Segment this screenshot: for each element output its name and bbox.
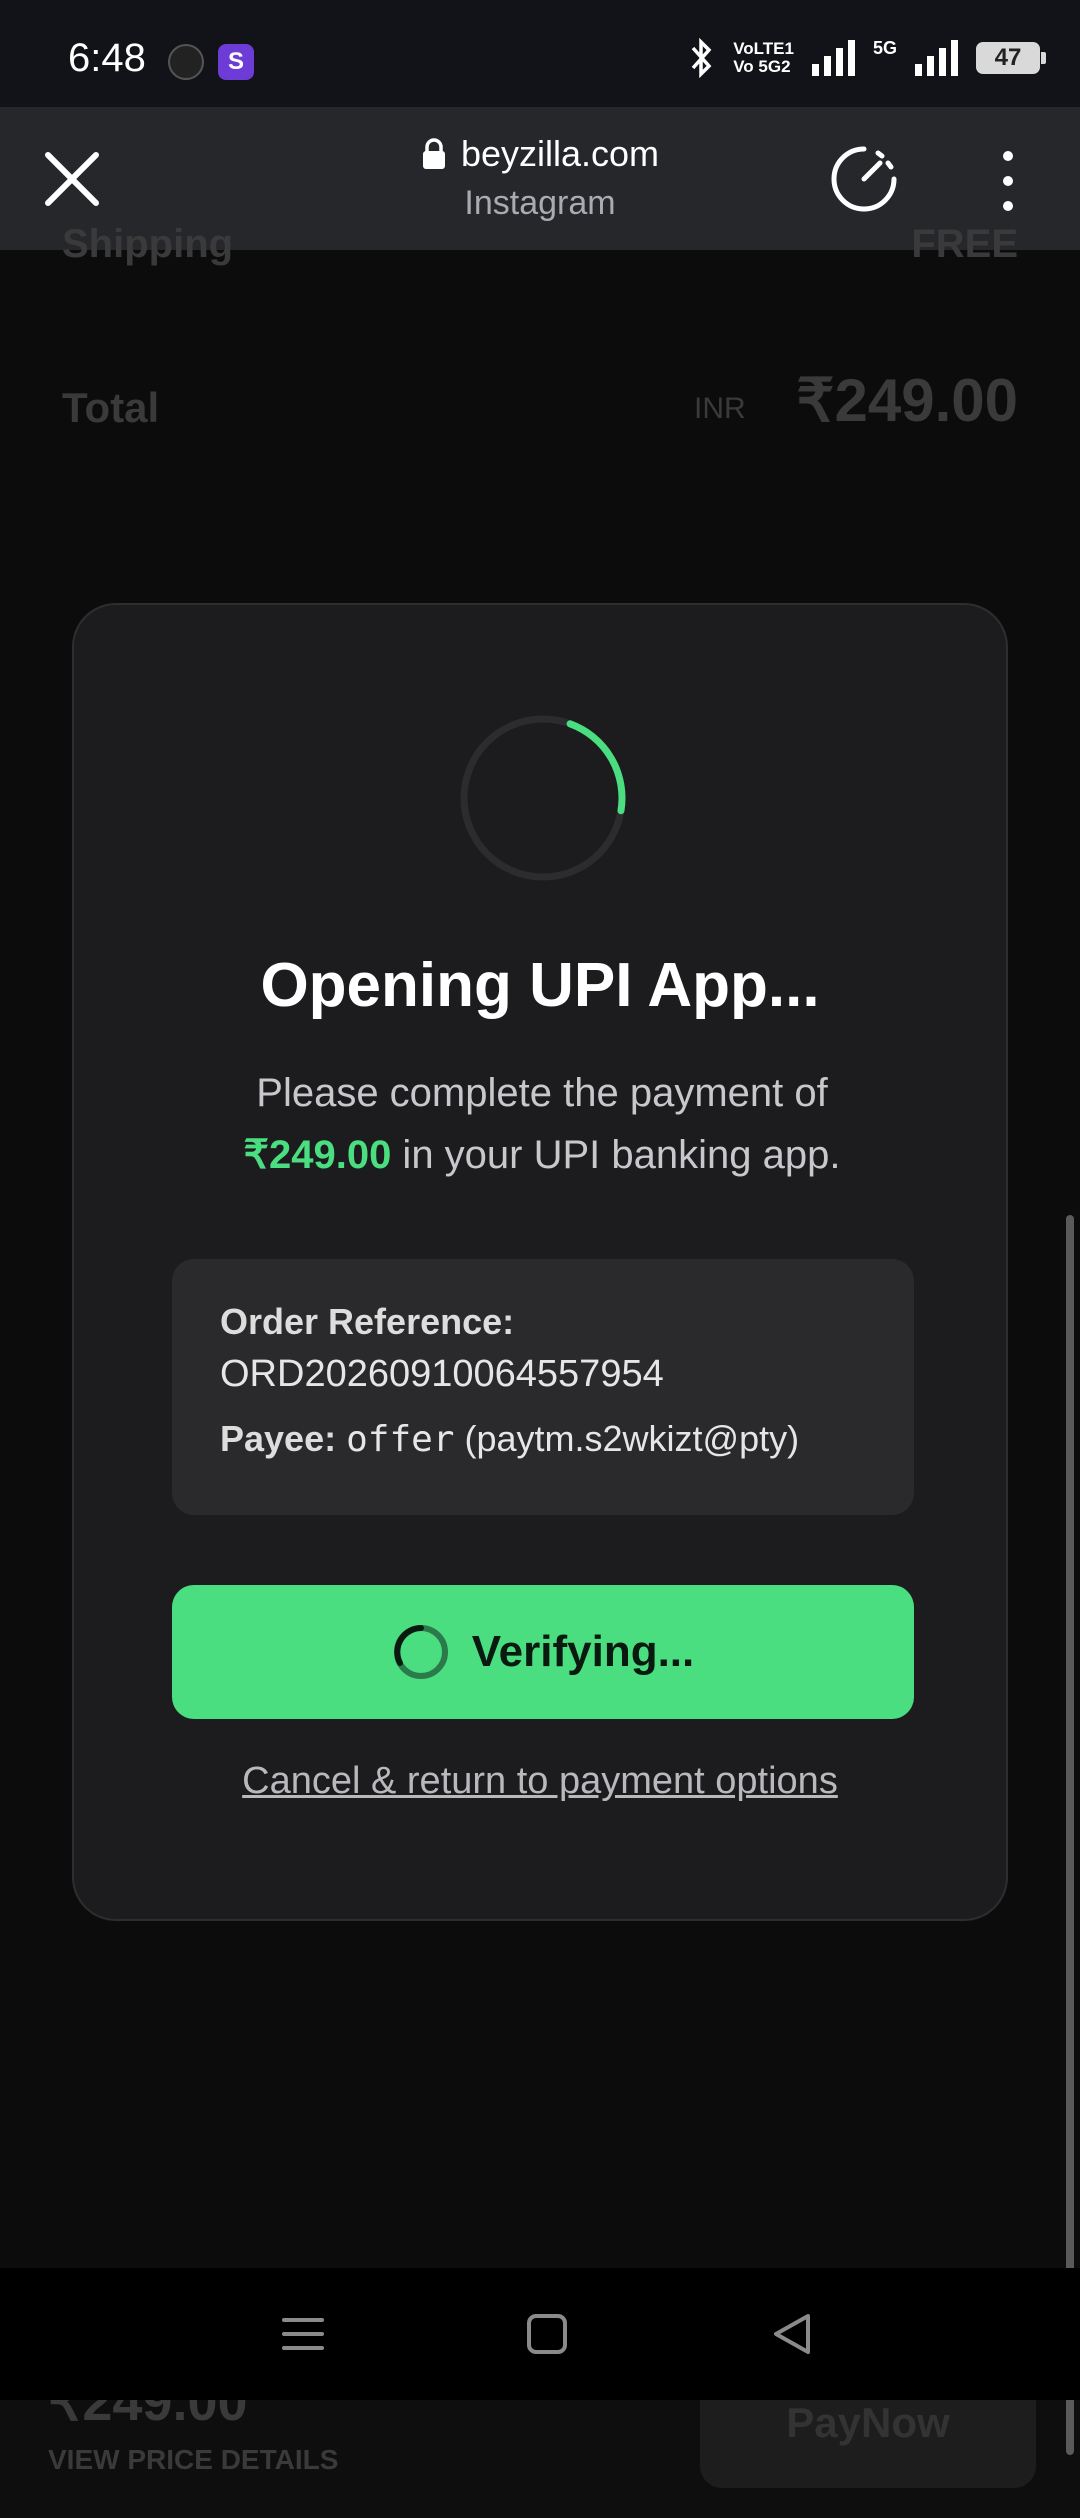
signal-icon-2 [915,40,958,76]
order-info-box: Order Reference: ORD20260910064557954 Pa… [172,1259,914,1515]
status-bar: 6:48 S VoLTE1 Vo 5G2 5G 47 [0,0,1080,107]
back-icon[interactable] [770,2312,816,2356]
network-5g-label: 5G [872,38,897,58]
speedometer-icon[interactable] [828,143,900,215]
cancel-return-link[interactable]: Cancel & return to payment options [74,1760,1006,1803]
verifying-button[interactable]: Verifying... [172,1585,914,1719]
lock-icon [422,138,445,169]
status-right-icons: VoLTE1 Vo 5G2 5G 47 [687,38,1046,78]
shipping-label: Shipping [62,222,234,266]
view-price-details-link[interactable]: VIEW PRICE DETAILS [48,2444,338,2476]
home-icon[interactable] [524,2312,570,2356]
modal-description: Please complete the payment of ₹249.00 i… [243,1071,841,1177]
button-spinner-icon [393,1625,448,1679]
payee-vpa: (paytm.s2wkizt@pty) [464,1418,800,1459]
order-reference-value: ORD20260910064557954 [220,1353,664,1395]
order-reference-label: Order Reference: [220,1301,515,1342]
url-area[interactable]: beyzilla.com Instagram [0,133,1080,223]
payee-label: Payee: [220,1418,337,1459]
battery-icon: 47 [976,42,1046,74]
recent-apps-icon[interactable] [280,2312,326,2356]
signal-icon-1 [811,40,855,76]
payment-amount: ₹249.00 [243,1133,392,1177]
bluetooth-icon [691,38,712,78]
loading-spinner [460,715,626,881]
total-value: ₹249.00 [796,367,1018,434]
payee-name: offer [346,1419,455,1460]
browser-source: Instagram [464,184,616,222]
clock-app-icon [168,44,204,80]
payee-row: Payee: offer (paytm.s2wkizt@pty) [220,1418,866,1460]
verifying-label: Verifying... [471,1627,695,1676]
page-domain: beyzilla.com [460,133,660,174]
app-s-icon: S [218,44,254,80]
navigation-bar [0,2268,1080,2400]
volte-indicator: VoLTE1 Vo 5G2 [733,39,794,76]
total-currency: INR [694,392,746,425]
modal-title: Opening UPI App... [260,951,820,1020]
status-time: 6:48 [68,36,146,80]
more-options-icon[interactable] [990,151,1026,211]
shipping-value: FREE [911,222,1018,266]
upi-payment-modal: Opening UPI App... Please complete the p… [72,603,1008,1921]
total-label: Total [62,384,160,431]
